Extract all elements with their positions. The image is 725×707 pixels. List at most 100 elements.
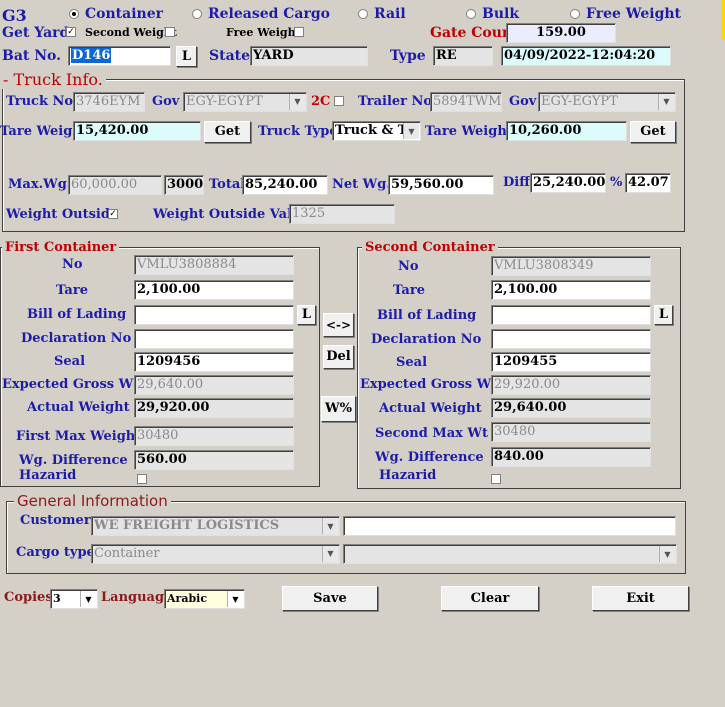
gate-count-field[interactable]: 159.00 bbox=[506, 23, 616, 43]
customer-label: Customer bbox=[20, 513, 91, 528]
datetime-field[interactable]: 04/09/2022-12:04:20 bbox=[501, 46, 671, 66]
bat-lookup-button[interactable]: L bbox=[176, 46, 197, 67]
second-decl-field[interactable] bbox=[491, 329, 651, 349]
chevron-down-icon: ▼ bbox=[659, 546, 675, 562]
max-small-field[interactable]: 3000 bbox=[164, 175, 204, 195]
first-bill-field[interactable] bbox=[134, 305, 294, 325]
truck-no-field[interactable]: 3746EYM bbox=[73, 92, 145, 112]
two-c-checkbox[interactable] bbox=[334, 96, 344, 106]
cargo-type-select[interactable]: Container ▼ bbox=[91, 544, 340, 564]
radio-rail[interactable] bbox=[358, 9, 368, 19]
total-field[interactable]: 85,240.00 bbox=[242, 175, 328, 195]
trailer-no-field[interactable]: 5894TWM bbox=[430, 92, 502, 112]
get-tare2-button[interactable]: Get bbox=[630, 121, 676, 143]
edge-strip bbox=[721, 0, 725, 40]
first-max-field[interactable]: 30480 bbox=[134, 426, 294, 446]
first-diff-label: Wg. Difference bbox=[19, 453, 128, 468]
second-no-label: No bbox=[398, 259, 419, 274]
first-no-label: No bbox=[62, 257, 83, 272]
get-yard-label: Get Yard bbox=[2, 25, 70, 41]
first-decl-label: Declaration No bbox=[21, 331, 132, 346]
truck-type-select[interactable]: Truck & T ▼ bbox=[332, 121, 421, 141]
free-weight-checkbox[interactable] bbox=[294, 27, 304, 37]
max-wg-field[interactable]: 60,000.00 bbox=[68, 175, 162, 195]
second-tare-field[interactable]: 2,100.00 bbox=[491, 280, 651, 300]
diff-field[interactable]: 25,240.00 bbox=[530, 173, 606, 193]
get-yard-checkbox[interactable]: ✓ bbox=[66, 27, 76, 37]
weight-percent-button[interactable]: W% bbox=[321, 396, 356, 422]
save-button[interactable]: Save bbox=[282, 586, 378, 611]
customer-extra-field[interactable] bbox=[343, 516, 676, 536]
first-hazard-label: Hazarid bbox=[19, 468, 77, 483]
weight-outside-checkbox[interactable]: ✓ bbox=[108, 209, 118, 219]
customer-select[interactable]: WE FREIGHT LOGISTICS ▼ bbox=[91, 516, 340, 536]
first-tare-field[interactable]: 2,100.00 bbox=[134, 280, 294, 300]
tare-weight2-field[interactable]: 10,260.00 bbox=[506, 121, 627, 141]
radio-container[interactable] bbox=[69, 9, 79, 19]
type-field[interactable]: RE bbox=[433, 46, 493, 66]
weight-outside-value-field[interactable]: 1325 bbox=[289, 204, 395, 224]
copies-select[interactable]: 3 ▼ bbox=[50, 589, 98, 609]
second-seal-label: Seal bbox=[396, 355, 428, 370]
language-select[interactable]: Arabic ▼ bbox=[164, 589, 245, 609]
first-actual-field[interactable]: 29,920.00 bbox=[134, 398, 294, 418]
second-weight-label: Second Weight bbox=[85, 26, 177, 39]
chevron-down-icon: ▼ bbox=[322, 518, 338, 534]
radio-free-weight-label[interactable]: Free Weight bbox=[586, 6, 681, 22]
clear-button[interactable]: Clear bbox=[441, 586, 539, 611]
second-exp-field[interactable]: 29,920.00 bbox=[491, 375, 651, 395]
radio-container-label[interactable]: Container bbox=[85, 6, 163, 22]
tare-weight-label: Tare Weigh bbox=[0, 124, 82, 139]
second-weight-checkbox[interactable] bbox=[165, 27, 175, 37]
cargo-extra-select[interactable]: ▼ bbox=[343, 544, 677, 564]
first-exp-label: Expected Gross Wg. bbox=[2, 377, 147, 392]
tare-weight-field[interactable]: 15,420.00 bbox=[73, 121, 201, 141]
radio-free-weight[interactable] bbox=[570, 9, 580, 19]
second-diff-field[interactable]: 840.00 bbox=[491, 447, 651, 467]
first-seal-field[interactable]: 1209456 bbox=[134, 352, 294, 372]
second-bill-lookup-button[interactable]: L bbox=[654, 305, 673, 325]
radio-rail-label[interactable]: Rail bbox=[374, 6, 406, 22]
second-container-title: Second Container bbox=[362, 240, 498, 255]
first-decl-field[interactable] bbox=[134, 329, 294, 349]
second-actual-field[interactable]: 29,640.00 bbox=[491, 398, 651, 418]
first-exp-field[interactable]: 29,640.00 bbox=[134, 375, 294, 395]
net-wg-field[interactable]: 59,560.00 bbox=[388, 175, 494, 195]
truck-no-label: Truck No. bbox=[6, 94, 78, 109]
bat-no-field[interactable]: D146 bbox=[68, 46, 171, 66]
first-hazard-checkbox[interactable] bbox=[137, 474, 147, 484]
language-label: Language bbox=[101, 590, 173, 605]
exit-button[interactable]: Exit bbox=[592, 586, 689, 611]
percent-field[interactable]: 42.07 bbox=[625, 173, 671, 193]
second-no-field[interactable]: VMLU3808349 bbox=[491, 256, 651, 276]
total-label: Total bbox=[209, 177, 246, 192]
first-no-field[interactable]: VMLU3808884 bbox=[134, 255, 294, 275]
second-bill-field[interactable] bbox=[491, 305, 651, 325]
state-label: State bbox=[209, 48, 251, 64]
gov2-select[interactable]: EGY-EGYPT ▼ bbox=[538, 92, 676, 112]
radio-released-cargo[interactable] bbox=[192, 9, 202, 19]
radio-bulk[interactable] bbox=[466, 9, 476, 19]
first-max-label: First Max Weight bbox=[16, 429, 142, 444]
second-actual-label: Actual Weight bbox=[379, 401, 482, 416]
radio-bulk-label[interactable]: Bulk bbox=[482, 6, 519, 22]
radio-released-cargo-label[interactable]: Released Cargo bbox=[208, 6, 330, 22]
truck-info-title: - Truck Info. bbox=[0, 70, 106, 89]
truck-type-select-value: Truck & T bbox=[335, 123, 408, 138]
second-exp-label: Expected Gross Wg. bbox=[360, 377, 505, 392]
first-bill-lookup-button[interactable]: L bbox=[297, 305, 316, 325]
cargo-type-select-value: Container bbox=[94, 546, 160, 561]
chevron-down-icon: ▼ bbox=[658, 94, 674, 110]
first-seal-label: Seal bbox=[54, 354, 86, 369]
bat-no-selected-text: D146 bbox=[71, 48, 112, 63]
second-hazard-checkbox[interactable] bbox=[491, 474, 501, 484]
first-diff-field[interactable]: 560.00 bbox=[134, 450, 294, 470]
gov-select-value: EGY-EGYPT bbox=[186, 94, 263, 109]
second-seal-field[interactable]: 1209455 bbox=[491, 352, 651, 372]
gov-select[interactable]: EGY-EGYPT ▼ bbox=[183, 92, 307, 112]
delete-button[interactable]: Del bbox=[323, 345, 354, 369]
state-field[interactable]: YARD bbox=[250, 46, 368, 66]
second-max-field[interactable]: 30480 bbox=[491, 422, 651, 442]
swap-containers-button[interactable]: <-> bbox=[323, 313, 354, 337]
get-tare-button[interactable]: Get bbox=[204, 121, 251, 143]
